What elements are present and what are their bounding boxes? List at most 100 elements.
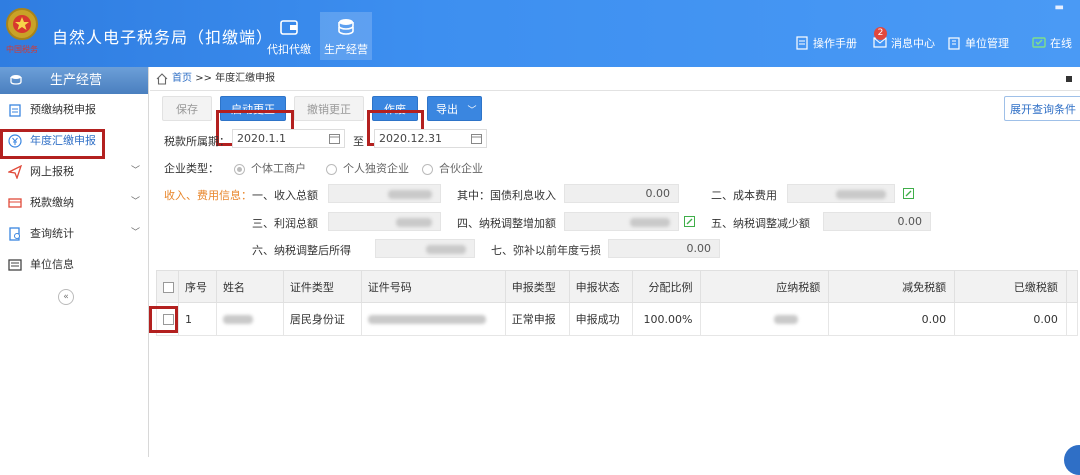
breadcrumb-current: 年度汇缴申报 — [215, 73, 276, 84]
edit-icon[interactable] — [903, 188, 914, 199]
sidebar-item-label: 预缴纳税申报 — [30, 103, 96, 116]
message-center-label: 消息中心 — [891, 37, 935, 50]
export-button[interactable]: 导出 ﹀ — [427, 96, 482, 121]
maximize-icon[interactable] — [1066, 76, 1072, 82]
app-header: 中国税务 自然人电子税务局（扣缴端） 代扣代缴 生产经营 操作手册 消息中心 2… — [0, 0, 1080, 67]
tax-emblem-logo: 中国税务 — [6, 8, 38, 54]
tax-adj-increase-label: 四、纳税调整增加额 — [457, 217, 556, 230]
radio-unselected-icon — [326, 163, 337, 175]
redacted-value — [426, 244, 466, 254]
col-report-type: 申报类型 — [504, 270, 570, 303]
send-icon — [8, 165, 22, 179]
radio-sole-proprietorship[interactable]: 个人独资企业 — [326, 160, 409, 176]
tax-adj-decrease-label: 五、纳税调整减少额 — [711, 217, 810, 230]
income-section-label: 收入、费用信息： — [164, 189, 252, 202]
cell-name — [215, 302, 284, 336]
floating-help-button[interactable] — [1064, 445, 1080, 475]
unit-management-link[interactable]: 单位管理 — [947, 35, 1009, 51]
online-status-link[interactable]: 在线 — [1032, 35, 1072, 51]
window-minimize-icon[interactable]: ▬ — [1055, 2, 1064, 13]
manual-icon — [796, 36, 808, 50]
prior-loss-field: 0.00 — [608, 239, 720, 258]
declaration-table: 序号 姓名 证件类型 证件号码 申报类型 申报状态 分配比例 应纳税额 减免税额… — [156, 270, 1079, 336]
col-tax-paid: 已缴税额 — [954, 270, 1067, 303]
sidebar-item-label: 网上报税 — [30, 165, 74, 178]
col-spacer — [1065, 270, 1079, 303]
total-profit-label: 三、利润总额 — [252, 217, 318, 230]
calendar-icon[interactable] — [329, 133, 340, 144]
expand-query-button[interactable]: 展开查询条件 — [1004, 96, 1080, 121]
total-profit-field — [328, 212, 441, 231]
col-id-number: 证件号码 — [360, 270, 506, 303]
period-to-input[interactable]: 2020.12.31 — [374, 129, 487, 148]
radio-partnership[interactable]: 合伙企业 — [422, 160, 483, 176]
breadcrumb-home-link[interactable]: 首页 — [172, 73, 192, 84]
toolbar: 保存 启动更正 撤销更正 作废 导出 ﹀ 展开查询条件 — [150, 91, 1080, 146]
save-button[interactable]: 保存 — [162, 96, 212, 121]
sidebar-collapse-button[interactable]: « — [58, 289, 74, 305]
message-count-badge: 2 — [874, 27, 887, 40]
total-income-label: 一、收入总额 — [252, 189, 318, 202]
highlight-box-row-checkbox — [149, 306, 178, 333]
bond-interest-field: 0.00 — [564, 184, 679, 203]
unit-management-label: 单位管理 — [965, 37, 1009, 50]
query-icon — [9, 227, 20, 241]
period-to-value: 2020.12.31 — [379, 132, 442, 145]
app-title: 自然人电子税务局（扣缴端） — [52, 28, 274, 47]
col-name: 姓名 — [215, 270, 284, 303]
redacted-value — [367, 315, 486, 324]
sidebar-item-prepay[interactable]: 预缴纳税申报 — [0, 94, 148, 125]
chevron-down-icon: ﹀ — [130, 166, 140, 176]
radio-selected-icon — [234, 163, 245, 175]
tax-adj-increase-field — [564, 212, 679, 231]
col-id-type: 证件类型 — [282, 270, 362, 303]
radio-individual-business[interactable]: 个体工商户 — [234, 160, 306, 176]
cell-tax-relief: 0.00 — [828, 302, 956, 336]
main-content: 首页 >> 年度汇缴申报 保存 启动更正 撤销更正 作废 导出 ﹀ 展开查询条件… — [149, 67, 1080, 475]
cell-tax-payable — [700, 302, 830, 336]
prior-loss-label: 七、弥补以前年度亏损 — [491, 244, 601, 257]
col-seq: 序号 — [177, 270, 217, 303]
sidebar-header: 生产经营 — [0, 67, 148, 94]
sidebar-item-label: 单位信息 — [30, 258, 74, 271]
radio-label: 合伙企业 — [439, 162, 483, 175]
sidebar-item-query[interactable]: 查询统计 ﹀ — [0, 218, 148, 249]
sidebar-item-tax-payment[interactable]: 税款缴纳 ﹀ — [0, 187, 148, 218]
coins-icon — [338, 19, 354, 35]
highlight-box-sidebar — [0, 129, 105, 159]
breadcrumb: 首页 >> 年度汇缴申报 — [150, 67, 1080, 91]
sidebar-item-online-filing[interactable]: 网上报税 ﹀ — [0, 156, 148, 187]
redacted-value — [388, 189, 432, 199]
cell-ratio: 100.00% — [632, 302, 702, 336]
cancel-correction-button[interactable]: 撤销更正 — [294, 96, 364, 121]
cost-field — [787, 184, 895, 203]
after-adj-income-label: 六、纳税调整后所得 — [252, 244, 351, 257]
online-icon — [1032, 37, 1046, 48]
nav-withholding[interactable]: 代扣代缴 — [264, 12, 314, 60]
period-from-input[interactable]: 2020.1.1 — [232, 129, 345, 148]
cell-tax-paid: 0.00 — [954, 302, 1067, 336]
breadcrumb-separator: >> — [195, 73, 212, 84]
nav-withholding-label: 代扣代缴 — [267, 43, 311, 56]
select-all-cell[interactable] — [156, 270, 179, 303]
edit-icon[interactable] — [684, 216, 695, 227]
redacted-value — [774, 315, 799, 324]
select-all-checkbox[interactable] — [163, 281, 174, 293]
redacted-value — [222, 315, 253, 324]
table-header-row: 序号 姓名 证件类型 证件号码 申报类型 申报状态 分配比例 应纳税额 减免税额… — [156, 270, 1079, 303]
table-row[interactable]: 1 居民身份证 正常申报 申报成功 100.00% 0.00 0.00 — [156, 302, 1079, 336]
enterprise-type-label: 企业类型： — [164, 162, 219, 175]
manual-link[interactable]: 操作手册 — [795, 35, 857, 51]
bond-interest-label: 其中：国债利息收入 — [457, 189, 556, 202]
coins-icon — [10, 75, 22, 85]
export-label: 导出 — [436, 103, 458, 116]
radio-unselected-icon — [422, 163, 433, 175]
chevron-down-icon: ﹀ — [467, 106, 477, 116]
sidebar-item-unit-info[interactable]: 单位信息 — [0, 249, 148, 280]
calendar-icon[interactable] — [471, 133, 482, 144]
period-to-label: 至 — [353, 135, 364, 148]
nav-business[interactable]: 生产经营 — [320, 12, 372, 60]
nav-business-label: 生产经营 — [324, 43, 368, 56]
period-from-value: 2020.1.1 — [237, 132, 286, 145]
online-label: 在线 — [1050, 37, 1072, 50]
